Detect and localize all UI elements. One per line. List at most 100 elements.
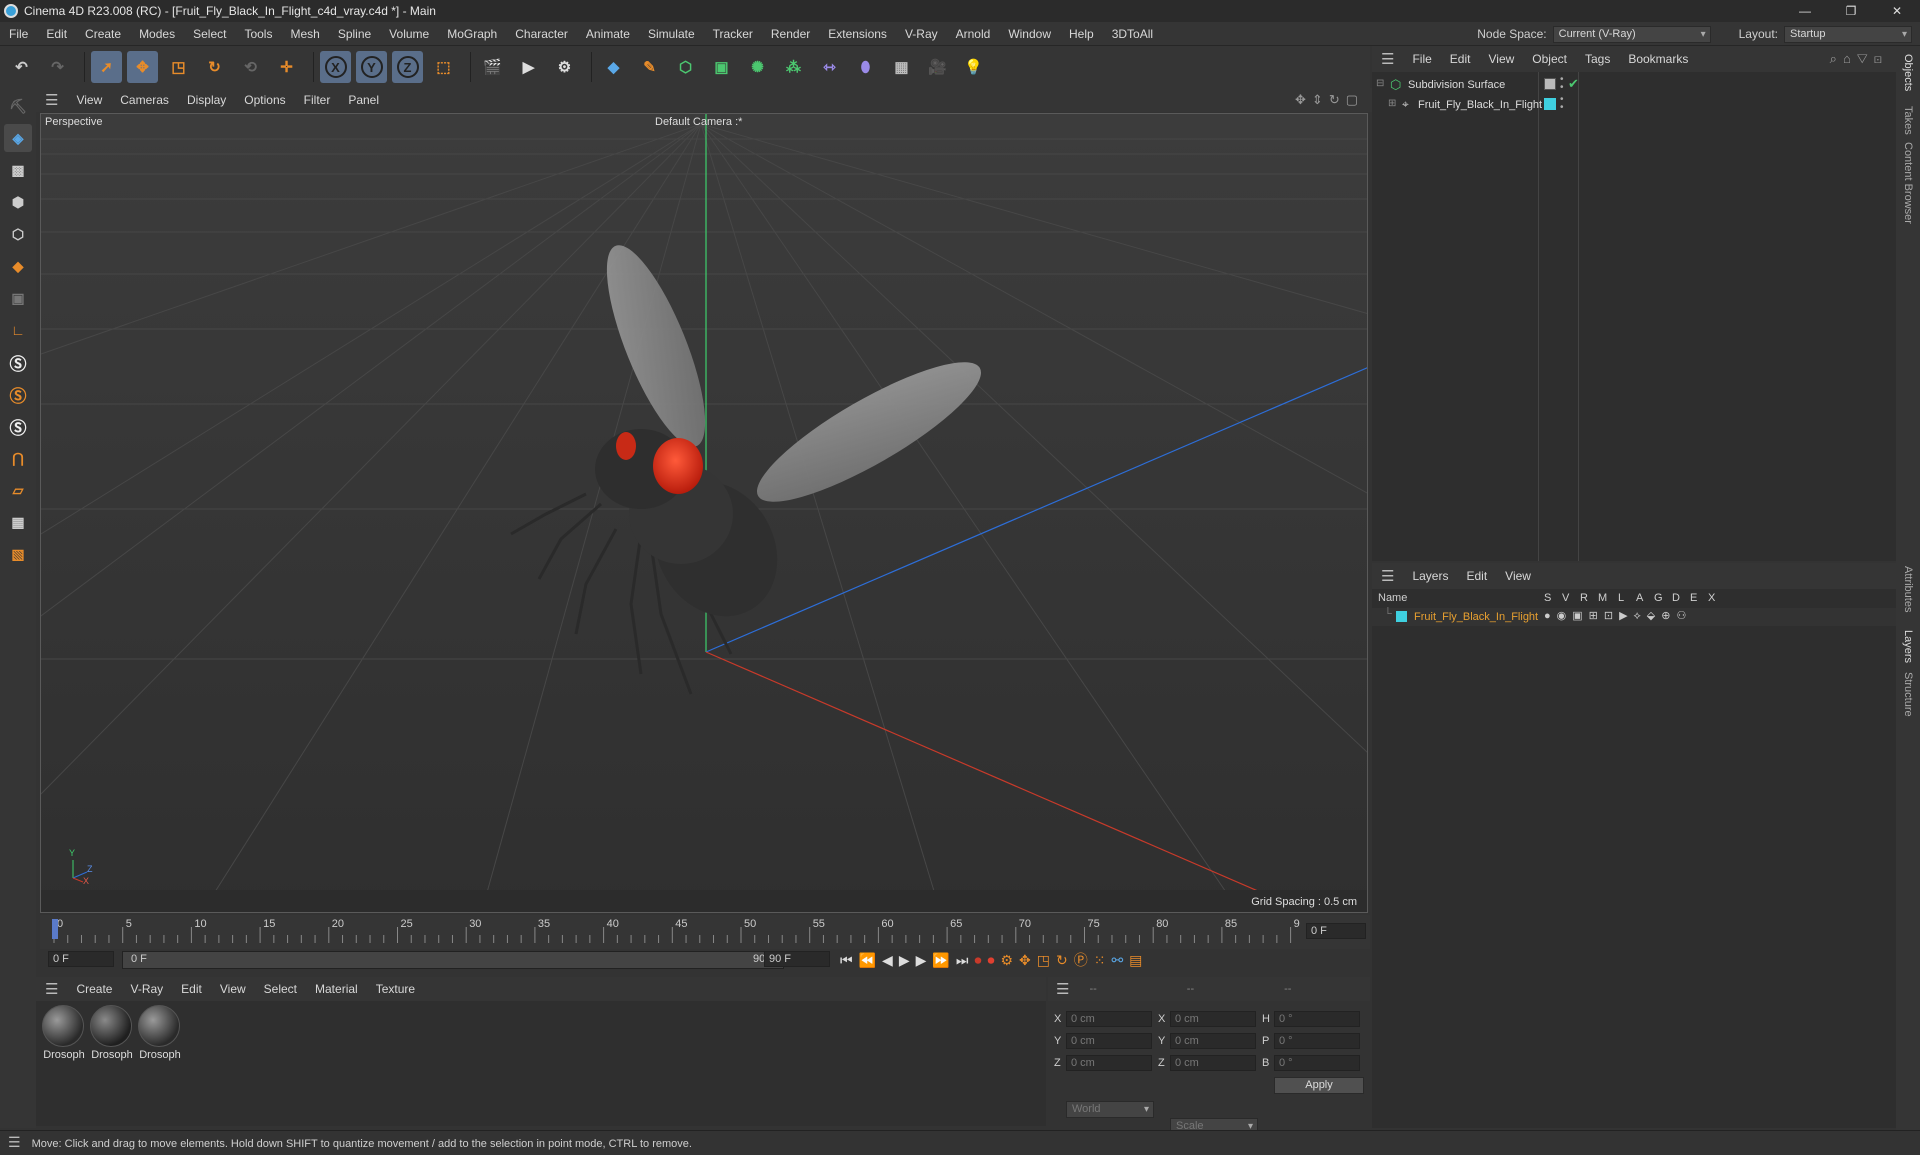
select-tool-icon[interactable]: ➚	[91, 51, 122, 83]
layers-menu-view[interactable]: View	[1496, 569, 1540, 583]
rotation-p-field[interactable]: 0 °	[1274, 1033, 1360, 1049]
parameter-key-icon[interactable]: Ⓟ	[1074, 949, 1088, 971]
magnet-icon[interactable]: ⋂	[4, 444, 32, 472]
viewport-menu-options[interactable]: Options	[235, 93, 294, 107]
status-hamburger-icon[interactable]: ☰	[0, 1134, 29, 1150]
position-y-field[interactable]: 0 cm	[1066, 1033, 1152, 1049]
start-frame-field[interactable]: 0 F	[48, 951, 114, 967]
layer-row[interactable]: └ Fruit_Fly_Black_In_Flight ●◉▣⊞⊡▶⟡⬙⊕⚇	[1372, 608, 1896, 626]
viewport-menu-cameras[interactable]: Cameras	[111, 93, 178, 107]
points-mode-icon[interactable]: ⬢	[4, 188, 32, 216]
coord-hamburger-icon[interactable]: ☰	[1048, 980, 1077, 998]
apply-button[interactable]: Apply	[1274, 1077, 1364, 1094]
timeline-window-icon[interactable]: ▤	[1129, 949, 1142, 971]
model-mode-icon[interactable]: ◈	[4, 124, 32, 152]
menu-arnold[interactable]: Arnold	[947, 22, 1000, 46]
coordinate-system-icon[interactable]: ⬚	[428, 51, 459, 83]
x-axis-lock-icon[interactable]: X	[320, 51, 351, 83]
coordinate-space-dropdown[interactable]: World	[1066, 1101, 1154, 1118]
menu-tools[interactable]: Tools	[235, 22, 281, 46]
rotation-key-icon[interactable]: ↻	[1056, 949, 1068, 971]
menu-volume[interactable]: Volume	[380, 22, 438, 46]
tab-objects[interactable]: Objects	[1902, 54, 1914, 91]
collapse-icon[interactable]: ⊟	[1376, 78, 1384, 89]
workplane-icon[interactable]: ▱	[4, 476, 32, 504]
objects-menu-view[interactable]: View	[1479, 52, 1523, 66]
next-key-icon[interactable]: ⏩	[932, 949, 949, 971]
timeline-ruler[interactable]: 051015202530354045505560657075808590 0 F	[40, 915, 1370, 949]
tab-structure[interactable]: Structure	[1902, 672, 1914, 717]
frame-range-slider[interactable]: 0 F 90 F	[122, 951, 784, 969]
object-row-subdivision[interactable]: ⊟ ⬡ Subdivision Surface • • ✔	[1372, 75, 1896, 96]
camera-icon[interactable]: 🎥	[922, 51, 953, 83]
position-z-field[interactable]: 0 cm	[1066, 1055, 1152, 1071]
redo-icon[interactable]: ↷	[42, 51, 73, 83]
menu-render[interactable]: Render	[762, 22, 819, 46]
undo-icon[interactable]: ↶	[6, 51, 37, 83]
menu-3dtoall[interactable]: 3DToAll	[1103, 22, 1162, 46]
light-icon[interactable]: 💡	[958, 51, 989, 83]
objects-menu-edit[interactable]: Edit	[1441, 52, 1480, 66]
snap-icon[interactable]: Ⓢ	[4, 348, 32, 376]
motion-system-icon[interactable]: ⚯	[1111, 949, 1123, 971]
position-x-field[interactable]: 0 cm	[1066, 1011, 1152, 1027]
size-y-field[interactable]: 0 cm	[1170, 1033, 1256, 1049]
objects-menu-file[interactable]: File	[1403, 52, 1440, 66]
objects-menu-object[interactable]: Object	[1523, 52, 1576, 66]
menu-mograph[interactable]: MoGraph	[438, 22, 506, 46]
tab-takes[interactable]: Takes	[1902, 106, 1914, 135]
layers-hamburger-icon[interactable]: ☰	[1372, 567, 1403, 585]
menu-window[interactable]: Window	[999, 22, 1060, 46]
render-picture-viewer-icon[interactable]: ▶	[513, 51, 544, 83]
field-icon[interactable]: ⬮	[850, 51, 881, 83]
object-row-fruit-fly[interactable]: ⊞ ⌖ Fruit_Fly_Black_In_Flight • •	[1372, 95, 1896, 116]
record-icon[interactable]: ⏺	[974, 949, 981, 971]
move-tool-icon[interactable]: ✥	[127, 51, 158, 83]
material-menu-edit[interactable]: Edit	[172, 982, 211, 996]
go-to-start-icon[interactable]: ⏮	[840, 949, 853, 971]
viewport-menu-panel[interactable]: Panel	[339, 93, 388, 107]
autokey-icon[interactable]: ⏺	[987, 949, 994, 971]
next-frame-icon[interactable]: ▶	[916, 949, 927, 971]
subdivision-generator-icon[interactable]: ⬡	[670, 51, 701, 83]
cloner-icon[interactable]: ✺	[742, 51, 773, 83]
layer-tag-icon[interactable]	[1544, 78, 1556, 90]
position-key-icon[interactable]: ✥	[1019, 949, 1031, 971]
y-axis-lock-icon[interactable]: Y	[356, 51, 387, 83]
material-hamburger-icon[interactable]: ☰	[36, 980, 67, 998]
minimize-button[interactable]: —	[1782, 0, 1828, 22]
tab-content-browser[interactable]: Content Browser	[1902, 142, 1914, 224]
viewport-nav-icons[interactable]: ✥⇕↻▢	[1295, 92, 1364, 108]
scale-tool-icon[interactable]: ◳	[163, 51, 194, 83]
menu-help[interactable]: Help	[1060, 22, 1103, 46]
material-menu-material[interactable]: Material	[306, 982, 367, 996]
viewport-menu-view[interactable]: View	[67, 93, 111, 107]
menu-tracker[interactable]: Tracker	[704, 22, 762, 46]
viewport-menu-display[interactable]: Display	[178, 93, 235, 107]
rotation-b-field[interactable]: 0 °	[1274, 1055, 1360, 1071]
menu-mesh[interactable]: Mesh	[281, 22, 328, 46]
menu-extensions[interactable]: Extensions	[819, 22, 896, 46]
layers-menu-layers[interactable]: Layers	[1403, 569, 1457, 583]
play-icon[interactable]: ▶	[899, 949, 910, 971]
material-menu-select[interactable]: Select	[255, 982, 306, 996]
snap-settings-icon[interactable]: Ⓢ	[4, 380, 32, 408]
visibility-dots-icon[interactable]: • •	[1560, 95, 1564, 113]
edges-mode-icon[interactable]: ⬡	[4, 220, 32, 248]
viewport-hamburger-icon[interactable]: ☰	[36, 91, 67, 109]
menu-vray[interactable]: V-Ray	[896, 22, 947, 46]
locked-workplane-icon[interactable]: ▧	[4, 540, 32, 568]
floor-icon[interactable]: ▦	[886, 51, 917, 83]
layout-dropdown[interactable]: Startup	[1784, 25, 1912, 43]
material-menu-vray[interactable]: V-Ray	[121, 982, 172, 996]
layers-menu-edit[interactable]: Edit	[1457, 569, 1496, 583]
end-frame-field[interactable]: 90 F	[764, 951, 830, 967]
objects-hamburger-icon[interactable]: ☰	[1372, 50, 1403, 68]
objects-menu-bookmarks[interactable]: Bookmarks	[1619, 52, 1697, 66]
menu-select[interactable]: Select	[184, 22, 235, 46]
objects-search-filter-icons[interactable]: ⌕⌂▽⊡	[1830, 51, 1888, 67]
pla-key-icon[interactable]: ⁙	[1094, 949, 1106, 971]
expand-icon[interactable]: ⊞	[1388, 98, 1396, 109]
restore-button[interactable]: ❐	[1828, 0, 1874, 22]
material-menu-view[interactable]: View	[211, 982, 255, 996]
